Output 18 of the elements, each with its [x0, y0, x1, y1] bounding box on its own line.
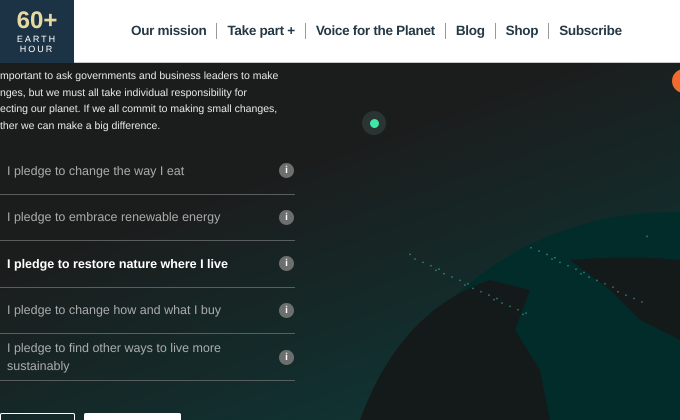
pledge-option[interactable]: I pledge to embrace renewable energy i — [0, 194, 295, 241]
nav-link[interactable]: Take part + — [227, 20, 295, 42]
info-icon[interactable]: i — [279, 302, 294, 318]
info-icon[interactable]: i — [279, 210, 294, 225]
logo[interactable]: 60+ EARTH HOUR — [0, 0, 74, 62]
pledge-option[interactable]: I pledge to change the way I eat i — [0, 148, 295, 194]
nav-link[interactable]: Our mission — [131, 20, 206, 42]
pledge-option[interactable]: I pledge to restore nature where I live i — [0, 241, 295, 288]
nav-link[interactable]: Subscribe — [559, 20, 622, 42]
intro-paragraph: mportant to ask governments and business leaders to make nges, but we must all take individual responsibility for ecting our planet. If we all commit to making small changes, ther we can make a big difference. — [0, 69, 280, 134]
pledge-option[interactable]: I pledge to find other ways to live more sustainably i — [0, 334, 295, 381]
nav-link[interactable]: Voice for the Planet — [316, 20, 435, 42]
pledge-option[interactable]: I pledge to change how and what I buy i — [0, 288, 295, 334]
info-icon[interactable]: i — [279, 256, 294, 272]
info-icon[interactable]: i — [279, 163, 294, 178]
info-icon[interactable]: i — [279, 350, 294, 364]
nav-link[interactable]: Shop — [506, 20, 538, 42]
nav-link[interactable]: Blog — [456, 20, 485, 42]
